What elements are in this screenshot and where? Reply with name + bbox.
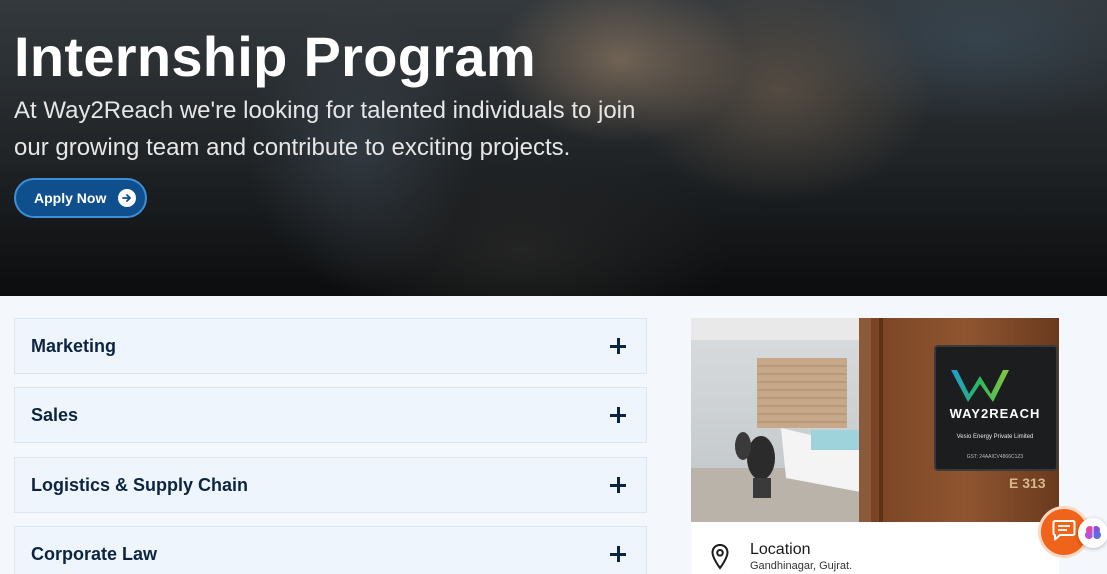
plus-icon[interactable] [610, 476, 628, 494]
sign-brand-text: WAY2REACH [950, 406, 1041, 421]
accordion-title: Sales [31, 404, 79, 425]
plus-icon[interactable] [610, 406, 628, 424]
location-title: Location [750, 541, 811, 558]
accordion-title: Logistics & Supply Chain [31, 474, 249, 495]
accordion-corporate-law[interactable]: Corporate Law [14, 526, 647, 574]
accordion-marketing[interactable]: Marketing [14, 318, 647, 374]
apply-now-button[interactable]: Apply Now [14, 178, 147, 218]
accordion-logistics-supply-chain[interactable]: Logistics & Supply Chain [14, 457, 647, 513]
hero-banner: Internship Program At Way2Reach we're lo… [0, 0, 1107, 296]
location-card: Location Gandhinagar, Gujrat. [691, 522, 1059, 574]
room-number-text: E 313 [1009, 475, 1046, 491]
arrow-right-circle-icon [118, 189, 137, 207]
hero-subtitle: At Way2Reach we're looking for talented … [14, 97, 636, 161]
accordion-title: Marketing [31, 335, 117, 356]
plus-icon[interactable] [610, 545, 628, 563]
sign-gst-text: GST: 24AAICV4866C1Z3 [967, 454, 1024, 460]
accordion-title: Corporate Law [31, 543, 158, 564]
accordion-sales[interactable]: Sales [14, 387, 647, 443]
plus-icon[interactable] [610, 337, 628, 355]
location-address: Gandhinagar, Gujrat. [750, 560, 853, 572]
office-photo: WAY2REACH Vesio Energy Private Limited G… [691, 318, 1059, 522]
brain-icon[interactable] [1078, 518, 1107, 548]
map-pin-icon [711, 543, 729, 574]
sign-company-text: Vesio Energy Private Limited [957, 434, 1034, 440]
page-title: Internship Program [14, 25, 536, 88]
apply-now-label: Apply Now [34, 190, 107, 206]
chat-icon [1052, 519, 1076, 546]
